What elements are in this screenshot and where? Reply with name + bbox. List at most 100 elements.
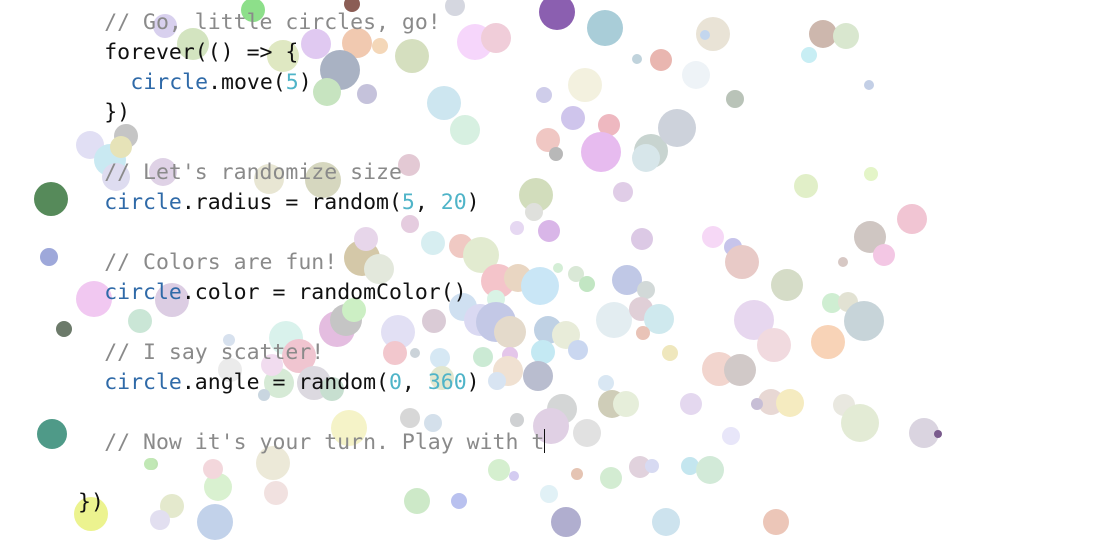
bubble bbox=[538, 220, 560, 242]
bubble bbox=[404, 488, 430, 514]
bubble bbox=[473, 347, 493, 367]
bubble bbox=[372, 38, 388, 54]
bubble bbox=[261, 354, 283, 376]
bubble bbox=[763, 509, 789, 535]
bubble bbox=[897, 204, 927, 234]
bubble bbox=[445, 0, 465, 16]
bubble bbox=[395, 39, 429, 73]
bubble bbox=[579, 276, 595, 292]
bubble bbox=[342, 298, 366, 322]
bubble bbox=[596, 302, 632, 338]
bubble bbox=[873, 244, 895, 266]
bubble bbox=[34, 182, 68, 216]
bubble bbox=[364, 254, 394, 284]
bubble bbox=[771, 269, 803, 301]
bubble bbox=[422, 309, 446, 333]
bubble bbox=[864, 167, 878, 181]
bubble bbox=[400, 408, 420, 428]
bubble-canvas bbox=[0, 0, 1097, 540]
bubble bbox=[177, 28, 209, 60]
bubble bbox=[722, 427, 740, 445]
bubble bbox=[833, 23, 859, 49]
bubble bbox=[197, 504, 233, 540]
bubble bbox=[571, 468, 583, 480]
bubble bbox=[155, 283, 189, 317]
bubble bbox=[313, 78, 341, 106]
bubble bbox=[613, 182, 633, 202]
bubble bbox=[450, 115, 480, 145]
bubble bbox=[682, 61, 710, 89]
bubble bbox=[702, 226, 724, 248]
bubble bbox=[652, 508, 680, 536]
bubble bbox=[102, 163, 130, 191]
bubble bbox=[613, 391, 639, 417]
bubble bbox=[401, 215, 419, 233]
bubble bbox=[410, 348, 420, 358]
bubble bbox=[258, 389, 270, 401]
bubble bbox=[632, 144, 660, 172]
bubble bbox=[725, 245, 759, 279]
bubble bbox=[521, 267, 559, 305]
bubble bbox=[153, 14, 177, 38]
bubble bbox=[801, 47, 817, 63]
bubble bbox=[525, 203, 543, 221]
bubble bbox=[144, 458, 156, 470]
bubble bbox=[549, 147, 563, 161]
bubble bbox=[56, 321, 72, 337]
bubble bbox=[540, 485, 558, 503]
bubble bbox=[573, 419, 601, 447]
bubble bbox=[794, 174, 818, 198]
bubble bbox=[264, 481, 288, 505]
bubble bbox=[724, 354, 756, 386]
bubble bbox=[110, 136, 132, 158]
bubble bbox=[587, 10, 623, 46]
bubble bbox=[631, 228, 653, 250]
bubble bbox=[844, 301, 884, 341]
bubble bbox=[267, 40, 299, 72]
bubble bbox=[256, 446, 290, 480]
bubble bbox=[254, 164, 284, 194]
bubble bbox=[600, 467, 622, 489]
bubble bbox=[838, 257, 848, 267]
bubble bbox=[430, 348, 450, 368]
bubble bbox=[726, 90, 744, 108]
bubble bbox=[509, 471, 519, 481]
bubble bbox=[305, 162, 341, 198]
bubble bbox=[218, 358, 242, 382]
bubble bbox=[494, 316, 526, 348]
bubble bbox=[841, 404, 879, 442]
bubble bbox=[203, 459, 223, 479]
bubble bbox=[650, 49, 672, 71]
bubble bbox=[430, 366, 454, 390]
bubble bbox=[40, 248, 58, 266]
bubble bbox=[776, 389, 804, 417]
bubble bbox=[658, 109, 696, 147]
bubble bbox=[561, 106, 585, 130]
bubble bbox=[523, 361, 553, 391]
bubble bbox=[331, 410, 367, 446]
bubble bbox=[488, 372, 506, 390]
bubble bbox=[536, 87, 552, 103]
bubble bbox=[76, 281, 112, 317]
bubble bbox=[510, 413, 524, 427]
bubble bbox=[598, 375, 614, 391]
bubble bbox=[751, 398, 763, 410]
bubble bbox=[354, 227, 378, 251]
bubble bbox=[645, 459, 659, 473]
bubble bbox=[149, 158, 177, 186]
bubble bbox=[533, 408, 569, 444]
bubble bbox=[74, 497, 108, 531]
bubble bbox=[223, 334, 235, 346]
bubble bbox=[757, 328, 791, 362]
bubble bbox=[680, 393, 702, 415]
bubble bbox=[636, 326, 650, 340]
bubble bbox=[150, 510, 170, 530]
bubble bbox=[568, 340, 588, 360]
bubble bbox=[344, 0, 360, 12]
bubble bbox=[398, 154, 420, 176]
bubble bbox=[357, 84, 377, 104]
bubble bbox=[696, 456, 724, 484]
bubble bbox=[424, 414, 442, 432]
bubble bbox=[451, 493, 467, 509]
bubble bbox=[934, 430, 942, 438]
